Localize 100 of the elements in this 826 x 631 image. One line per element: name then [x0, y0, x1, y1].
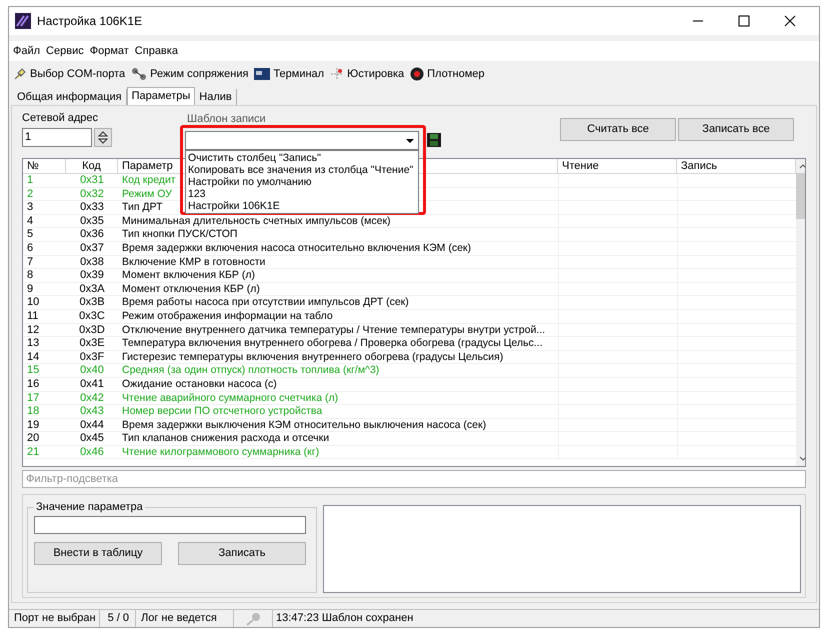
table-cell-text: 0x38 — [79, 256, 105, 268]
toolbar-button[interactable]: Выбор COM-порта — [13, 66, 126, 82]
table-cell-text: 0x36 — [79, 228, 105, 241]
table-cell-text: 21 — [26, 446, 40, 458]
table-cell: Время задержки выключения КЭМ относительно выключения насоса (сек) — [122, 418, 486, 431]
table-cell-text: 19 — [26, 418, 40, 432]
table-cell-text: 6 — [26, 242, 34, 255]
table-cell: Код кредит — [122, 174, 176, 186]
menu-item[interactable]: Формат — [90, 42, 129, 60]
field-label: Шаблон записи — [187, 113, 266, 125]
table-cell-text: 0x46 — [79, 446, 105, 458]
table-cell-text: 0x3E — [78, 337, 106, 350]
action-button[interactable]: Внести в таблицу — [34, 542, 162, 564]
table-cell-text: 0x31 — [79, 174, 105, 187]
table-cell-text: 17 — [26, 392, 40, 404]
address-field[interactable]: 1 — [22, 128, 92, 146]
table-cell: Режим ОУ — [122, 188, 172, 200]
table-cell-text: 0x45 — [79, 432, 105, 445]
table-cell: Гистерезис температуры включения внутреннего обогрева (градусы Цельсия) — [122, 350, 504, 363]
app-logo-icon — [15, 13, 31, 29]
menu-item[interactable]: Сервис — [46, 42, 84, 60]
action-button[interactable]: Записать все — [678, 118, 794, 141]
tab[interactable]: Налив — [195, 89, 237, 105]
status-text: 13:47:23 Шаблон сохранен — [272, 610, 416, 627]
table-cell: Отключение внутреннего датчика температуры / Чтение температуры внутри устрой... — [122, 324, 546, 336]
table-cell: Момент включения КБР (л) — [122, 269, 255, 282]
table-cell-text: 2 — [26, 188, 34, 200]
tab[interactable]: Параметры — [126, 87, 196, 105]
table-cell-text: 0x35 — [79, 214, 105, 228]
table-cell-text: 0x3D — [78, 324, 106, 336]
table-cell-text: 12 — [26, 324, 40, 336]
toolbar-button[interactable]: Юстировка — [330, 66, 404, 82]
table-cell-text: 0x42 — [79, 392, 105, 404]
column-header[interactable]: № — [23, 159, 66, 173]
table-cell-text: 0x3F — [78, 350, 106, 364]
action-button[interactable]: Записать — [178, 542, 306, 564]
table-cell-text: 0x41 — [79, 378, 105, 390]
table-cell-text: 16 — [26, 378, 40, 390]
crosshair-icon — [330, 67, 344, 81]
table-cell-text: 13 — [26, 337, 40, 350]
table-cell-text: 5 — [26, 228, 34, 241]
window-title: Настройка 106K1E — [37, 13, 142, 30]
table-cell-text: 18 — [26, 405, 40, 418]
table-cell: Тип кнопки ПУСК/СТОП — [122, 228, 238, 240]
network-icon — [131, 67, 148, 81]
action-button[interactable]: Считать все — [560, 118, 676, 141]
table-cell-text: 0x44 — [79, 418, 105, 432]
table-cell-text: 10 — [26, 296, 40, 309]
plug-icon — [13, 67, 27, 81]
template-dropdown[interactable] — [185, 131, 419, 150]
table-cell: Тип ДРТ — [122, 201, 162, 214]
field-label: Сетевой адрес — [22, 111, 100, 126]
table-cell-text: 0x3B — [78, 296, 106, 309]
table-cell: Ожидание остановки насоса (с) — [122, 378, 277, 390]
table-cell-text: 20 — [26, 432, 40, 445]
table-cell-text: 7 — [26, 256, 34, 268]
value-field[interactable] — [34, 516, 306, 534]
gauge-icon — [410, 67, 424, 81]
dropdown-option[interactable]: Настройки 106K1E — [186, 200, 418, 212]
table-cell-text: 11 — [26, 310, 40, 323]
table-cell-text: 0x3A — [78, 282, 106, 296]
table-cell: Номер версии ПО отсчетного устройства — [122, 405, 322, 418]
table-cell: Чтение килограммового суммарника (кг) — [122, 446, 320, 458]
table-cell: Температура включения внутреннего обогрева / Проверка обогрева (градусы Цельс... — [122, 337, 543, 350]
status-text: Порт не выбран — [11, 610, 100, 627]
toolbar-button[interactable]: Режим сопряжения — [131, 66, 248, 82]
menu-item[interactable]: Справка — [134, 42, 178, 60]
table-cell-text: 0x33 — [79, 201, 105, 214]
table-cell-text: 8 — [26, 269, 34, 282]
dropdown-option[interactable]: Очистить столбец "Запись" — [186, 152, 418, 164]
table-cell-text: 0x3C — [78, 310, 106, 323]
table-cell-text: 0x32 — [79, 188, 105, 200]
group-label: Значение параметра — [35, 500, 144, 515]
toolbar-button[interactable]: Плотномер — [410, 66, 484, 82]
status-text: Лог не ведется — [138, 610, 234, 627]
table-cell-text: 14 — [26, 350, 40, 364]
save-icon[interactable] — [427, 133, 441, 147]
toolbar-button[interactable]: Терминал — [254, 66, 324, 82]
table-cell-text: 4 — [26, 214, 34, 228]
table-cell-text: 0x43 — [79, 405, 105, 418]
dropdown-option[interactable]: 123 — [186, 188, 418, 200]
terminal-icon — [254, 68, 270, 80]
menu-item[interactable]: Файл — [13, 42, 40, 60]
table-cell-text: 0x40 — [79, 364, 105, 377]
table-cell: Момент отключения КБР (л) — [122, 282, 260, 295]
table-cell: Чтение аварийного суммарного счетчика (л) — [122, 392, 338, 404]
table-cell-text: 1 — [26, 174, 34, 187]
column-header[interactable]: Чтение — [558, 159, 677, 173]
dropdown-option[interactable]: Копировать все значения из столбца "Чтение" — [186, 164, 418, 176]
table-cell: Тип клапанов снижения расхода и отсечки — [122, 432, 330, 444]
filter-field[interactable]: Фильтр-подсветка — [22, 470, 806, 488]
status-text: 5 / 0 — [102, 610, 136, 627]
dropdown-option[interactable]: Настройки по умолчанию — [186, 176, 418, 188]
table-cell: Средняя (за один отпуск) плотность топлива (кг/м^3) — [122, 364, 380, 376]
table-cell-text: 9 — [26, 282, 34, 296]
table-cell: Время задержки включения насоса относительно включения КЭМ (сек) — [122, 242, 472, 254]
spinner-icon[interactable] — [94, 128, 112, 146]
table-cell-text: 15 — [26, 364, 40, 377]
table-cell-text: 0x37 — [79, 242, 105, 255]
column-header[interactable]: Код — [66, 159, 118, 173]
